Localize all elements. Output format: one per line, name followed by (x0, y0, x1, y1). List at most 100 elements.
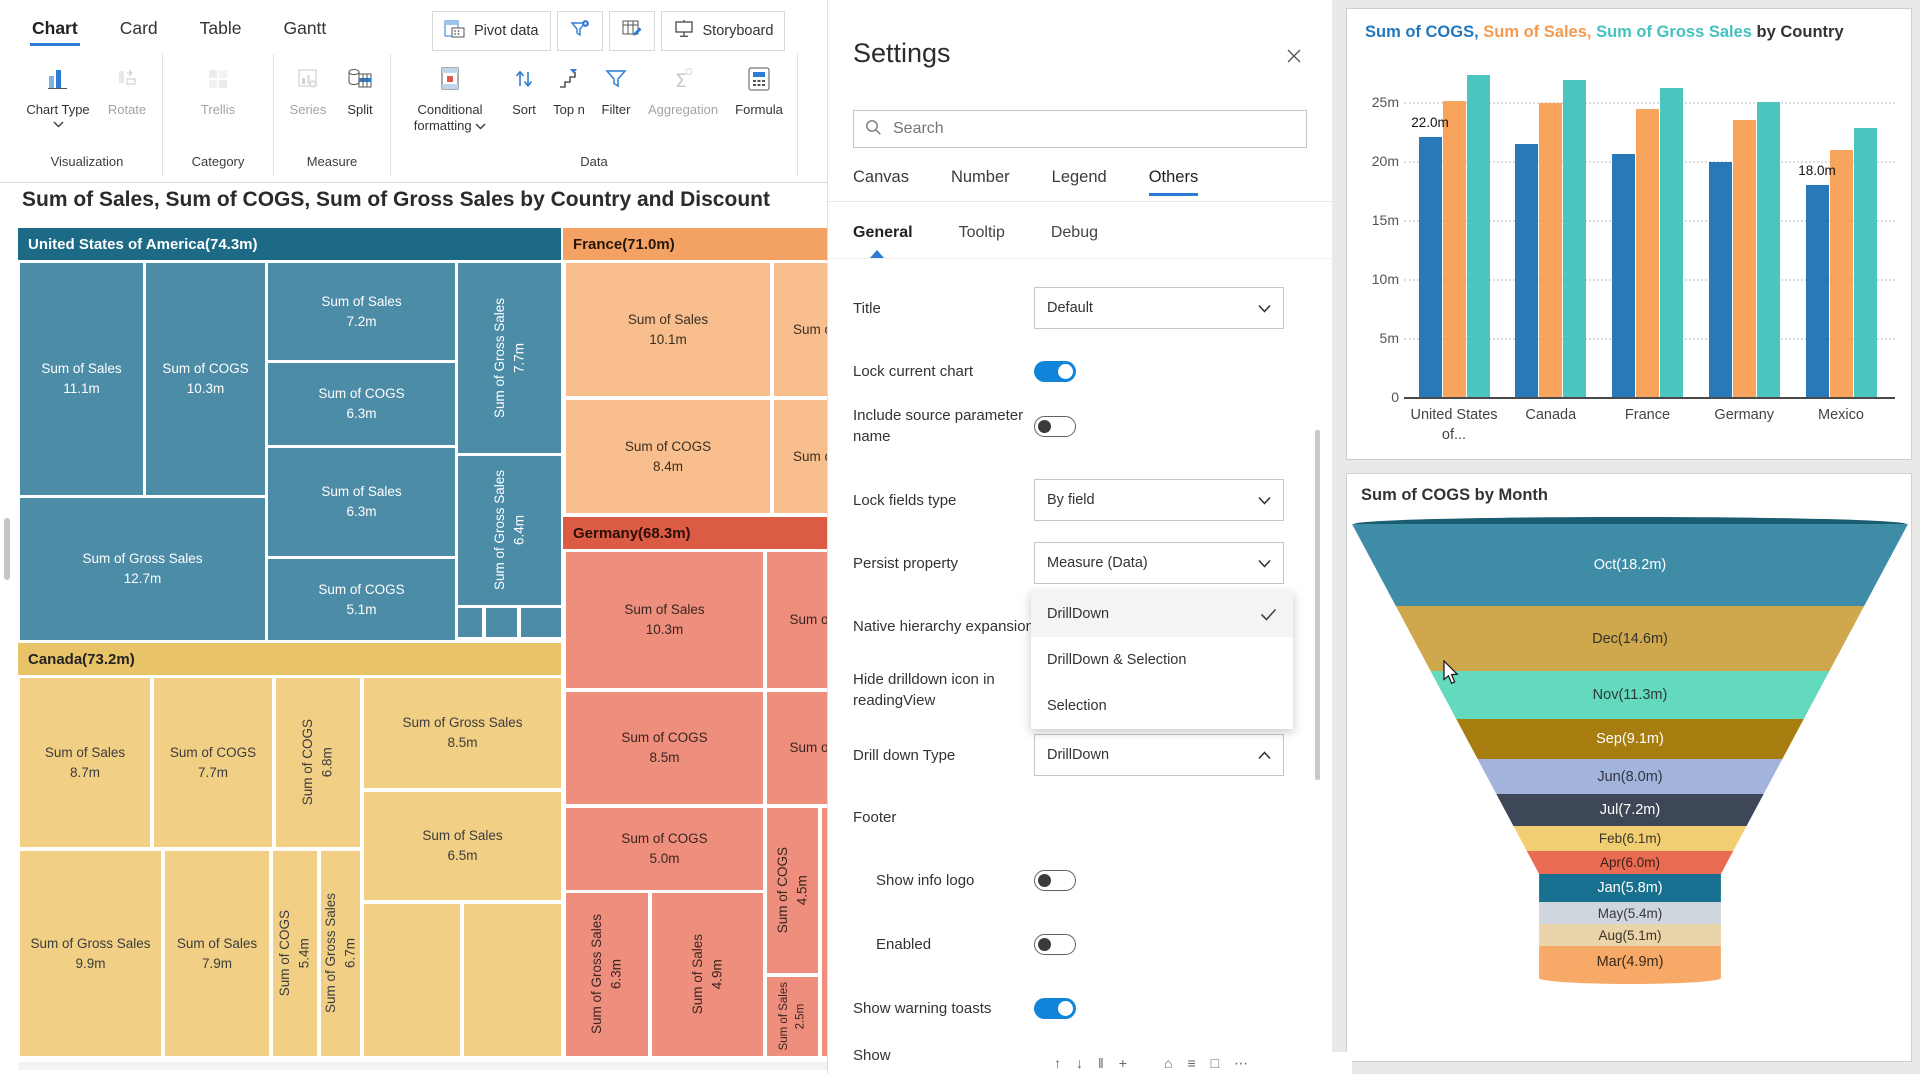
bar-sum-of-sales[interactable] (1636, 109, 1659, 397)
treemap-cell[interactable]: Sum of COGS 5.1m (268, 559, 455, 640)
treemap-cell[interactable]: Sum of Gross Sales 12.7m (20, 498, 265, 640)
treemap-cell[interactable]: Sum of Gross Sales 9.9m (20, 851, 161, 1056)
bar-sum-of-cogs[interactable] (1709, 162, 1732, 397)
treemap-cell[interactable]: Sum of COGS 5.4m (273, 851, 317, 1056)
treemap-cell[interactable]: Sum of Gross Sales 6.3m (566, 893, 648, 1056)
treemap-cell[interactable]: Sum of Gross Sales 6.4m (458, 456, 561, 605)
bar-sum-of-gross-sales[interactable] (1467, 75, 1490, 397)
bar-sum-of-cogs[interactable] (1806, 185, 1829, 397)
ribbon-button-split[interactable]: Split (337, 61, 383, 118)
search-input[interactable] (891, 119, 1296, 139)
funnel-segment-may[interactable]: May(5.4m) (1352, 902, 1908, 924)
menu-icon[interactable]: ≡ (1187, 1056, 1195, 1070)
treemap-cell[interactable]: Sum of COGS 4.5m (767, 808, 818, 973)
down-arrow-icon[interactable]: ↓ (1076, 1056, 1083, 1070)
ribbon-tab-chart[interactable]: Chart (30, 18, 80, 46)
toggle-show-warning-toasts[interactable] (1034, 998, 1076, 1019)
treemap-cell[interactable]: Sum of Sales 10.3m (566, 552, 763, 688)
settings-subtab-general[interactable]: General (853, 224, 913, 242)
toggle-show-info-logo[interactable] (1034, 870, 1076, 891)
toggle-include-source-parameter-name[interactable] (1034, 416, 1076, 437)
ribbon-tab-table[interactable]: Table (198, 18, 244, 46)
treemap-cell[interactable]: Sum of Sales 2.5m (767, 977, 818, 1056)
pivot-data-button[interactable]: Pivot data (432, 11, 551, 51)
toggle-enabled[interactable] (1034, 934, 1076, 955)
treemap-cell[interactable]: Sum of Gross Sales 8.5m (364, 678, 561, 788)
more-icon[interactable]: ⋯ (1234, 1056, 1248, 1070)
bar-sum-of-gross-sales[interactable] (1660, 88, 1683, 397)
treemap-cell[interactable]: Sum of COGS 8.4m (566, 400, 770, 513)
settings-tab-canvas[interactable]: Canvas (853, 168, 909, 196)
bar-sum-of-cogs[interactable] (1612, 154, 1635, 397)
bar-sum-of-cogs[interactable] (1419, 137, 1442, 397)
settings-scrollbar[interactable] (1315, 430, 1320, 780)
table-edit-icon-button[interactable] (609, 11, 655, 51)
filter-badge-icon-button[interactable] (557, 11, 603, 51)
up-arrow-icon[interactable]: ↑ (1054, 1056, 1061, 1070)
treemap-cell[interactable]: Sum of Sales 6.3m (268, 448, 455, 556)
treemap-cell[interactable]: Sum of Sales 8.7m (20, 678, 150, 847)
treemap-cell[interactable]: Sum of Gross Sales 7.7m (458, 263, 561, 453)
expand-icon[interactable]: □ (1211, 1056, 1219, 1070)
treemap-cell[interactable] (364, 904, 460, 1056)
settings-subtab-tooltip[interactable]: Tooltip (959, 224, 1005, 242)
treemap-cell[interactable] (464, 904, 561, 1056)
treemap-cell[interactable]: Sum of Sales 6.5m (364, 792, 561, 900)
ribbon-tab-card[interactable]: Card (118, 18, 160, 46)
treemap-cell[interactable] (521, 608, 561, 637)
treemap-cell[interactable] (486, 608, 517, 637)
dropdown-drill-down-type[interactable]: DrillDown (1034, 734, 1284, 776)
treemap-cell[interactable]: Sum of COGS 6.3m (268, 363, 455, 445)
treemap-cell[interactable]: Sum of COGS 5.0m (566, 808, 763, 890)
bar-sum-of-sales[interactable] (1830, 150, 1853, 397)
treemap-cell[interactable]: Sum of COGS 6.8m (276, 678, 360, 847)
funnel-segment-jul[interactable]: Jul(7.2m) (1352, 794, 1908, 826)
bar-sum-of-sales[interactable] (1443, 101, 1466, 397)
settings-tab-others[interactable]: Others (1149, 168, 1199, 196)
bar-sum-of-gross-sales[interactable] (1563, 80, 1586, 397)
settings-tab-legend[interactable]: Legend (1052, 168, 1107, 196)
treemap-horizontal-scrollbar[interactable] (18, 1062, 836, 1070)
ribbon-button-conditional-formatting[interactable]: Conditional formatting (398, 61, 502, 133)
columns-icon[interactable]: ‖ (1098, 1056, 1104, 1070)
treemap-vertical-scrollbar[interactable] (4, 518, 10, 580)
funnel-segment-jun[interactable]: Jun(8.0m) (1352, 759, 1908, 794)
treemap-cell[interactable]: Sum of COGS 10.3m (146, 263, 265, 495)
menu-item-drilldown-selection[interactable]: DrillDown & Selection (1031, 637, 1293, 683)
funnel-segment-feb[interactable]: Feb(6.1m) (1352, 826, 1908, 851)
treemap-cell[interactable]: Sum of Sales 4.9m (652, 893, 763, 1056)
treemap-cell[interactable]: Sum of Sales 7.2m (268, 263, 455, 360)
storyboard-button[interactable]: Storyboard (661, 11, 786, 51)
ribbon-button-filter[interactable]: Filter (594, 61, 638, 118)
menu-item-drilldown[interactable]: DrillDown (1031, 591, 1293, 637)
bar-sum-of-sales[interactable] (1539, 103, 1562, 397)
treemap-cell[interactable]: Sum of Gross Sales 6.7m (321, 851, 360, 1056)
dropdown-persist-property[interactable]: Measure (Data) (1034, 542, 1284, 584)
funnel-segment-oct[interactable]: Oct(18.2m) (1352, 524, 1908, 606)
bar-sum-of-cogs[interactable] (1515, 144, 1538, 397)
funnel-segment-sep[interactable]: Sep(9.1m) (1352, 719, 1908, 759)
close-icon[interactable] (1285, 47, 1303, 70)
bar-sum-of-sales[interactable] (1733, 120, 1756, 397)
treemap-cell[interactable]: Sum of COGS 7.7m (154, 678, 272, 847)
treemap-cell[interactable]: Sum of Sales 7.9m (165, 851, 269, 1056)
settings-subtab-debug[interactable]: Debug (1051, 224, 1098, 242)
treemap-cell[interactable]: Sum of Sales 11.1m (20, 263, 143, 495)
treemap-region-header[interactable]: Canada(73.2m) (18, 643, 561, 675)
treemap-cell[interactable] (458, 608, 482, 637)
bar-sum-of-gross-sales[interactable] (1854, 128, 1877, 397)
plus-icon[interactable]: + (1119, 1056, 1127, 1070)
funnel-segment-aug[interactable]: Aug(5.1m) (1352, 924, 1908, 946)
ribbon-button-formula[interactable]: Formula (728, 61, 790, 118)
ribbon-button-sort[interactable]: Sort (504, 61, 544, 118)
treemap-cell[interactable]: Sum of Sales 10.1m (566, 263, 770, 396)
ribbon-tab-gantt[interactable]: Gantt (281, 18, 328, 46)
treemap-region-header[interactable]: United States of America(74.3m) (18, 228, 561, 260)
ribbon-button-chart-type[interactable]: Chart Type (19, 61, 97, 128)
funnel-segment-dec[interactable]: Dec(14.6m) (1352, 606, 1908, 671)
funnel-segment-nov[interactable]: Nov(11.3m) (1352, 671, 1908, 719)
treemap-cell[interactable]: Sum of COGS 8.5m (566, 692, 763, 804)
settings-tab-number[interactable]: Number (951, 168, 1010, 196)
ribbon-button-top-n[interactable]: Top n (546, 61, 592, 118)
toggle-lock-current-chart[interactable] (1034, 361, 1076, 382)
